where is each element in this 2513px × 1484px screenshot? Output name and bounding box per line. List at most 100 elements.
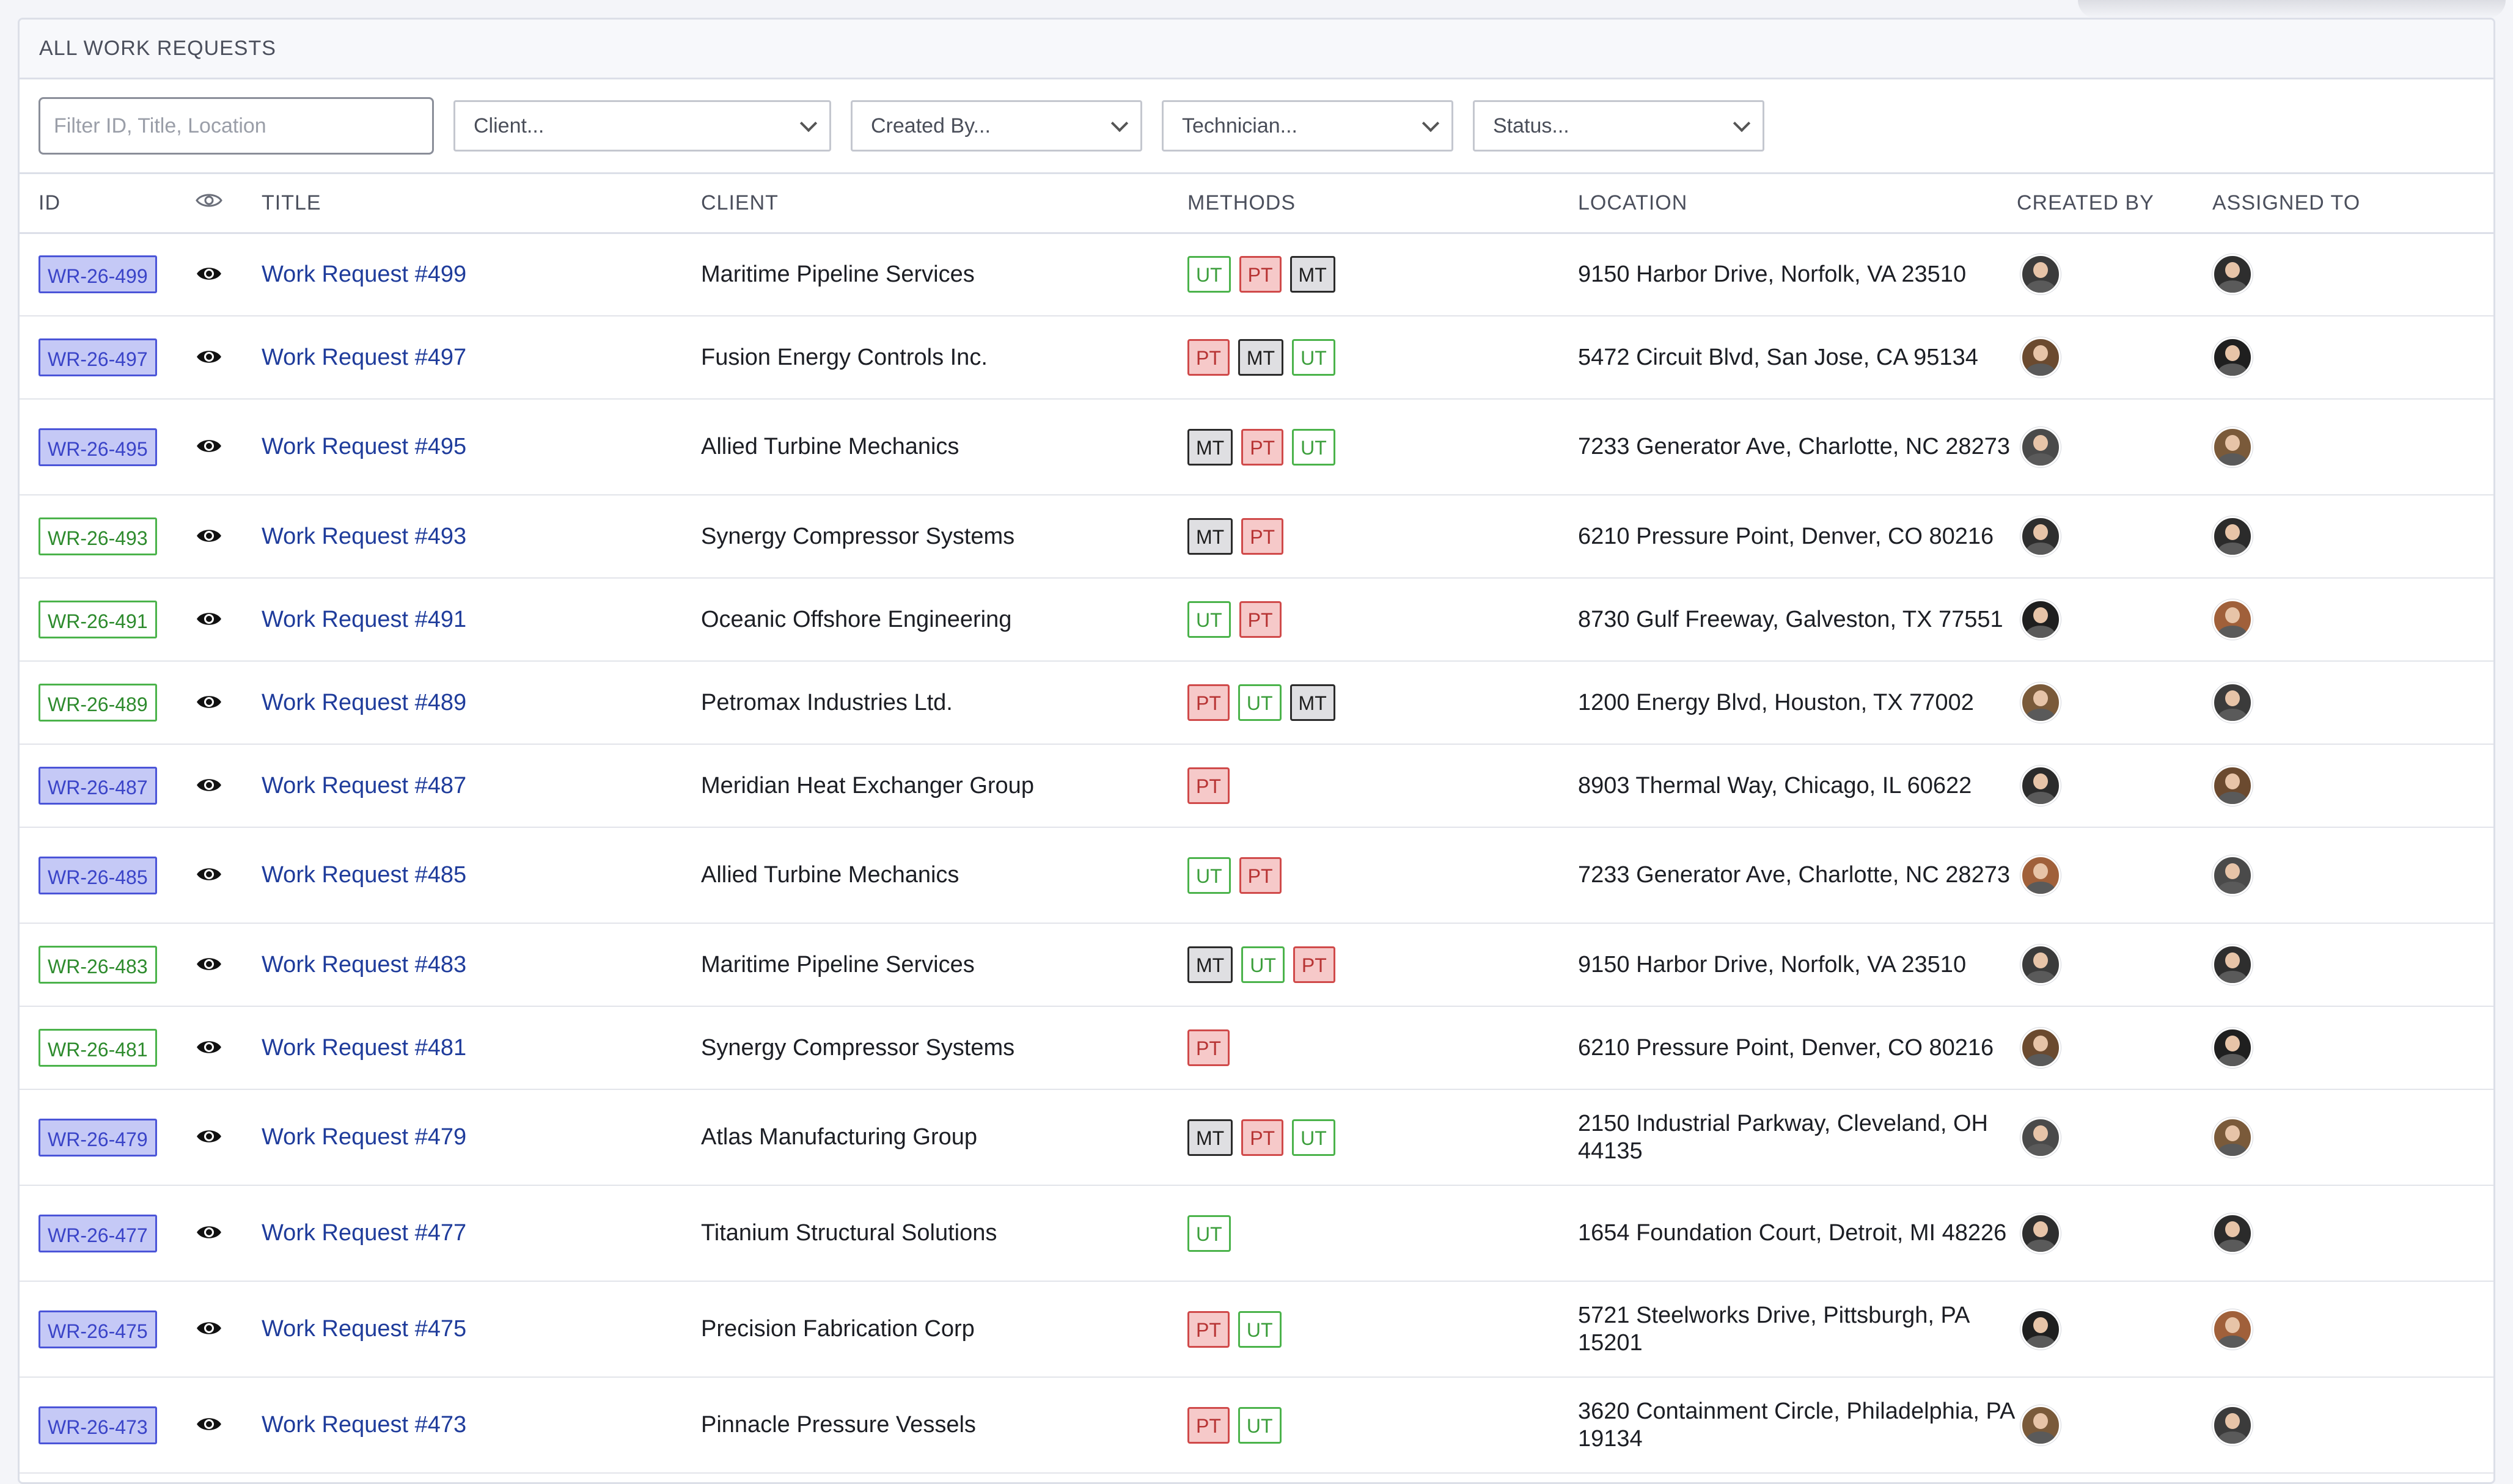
eye-icon[interactable]: [196, 776, 221, 793]
created-by-avatar[interactable]: [2020, 1309, 2061, 1350]
assigned-to-avatar[interactable]: [2212, 855, 2253, 896]
assigned-to-avatar[interactable]: [2212, 1405, 2253, 1446]
work-request-title-link[interactable]: Work Request #479: [262, 1124, 466, 1150]
eye-icon[interactable]: [196, 693, 221, 710]
created-by-avatar[interactable]: [2020, 599, 2061, 640]
cell-created-by: [2017, 827, 2212, 924]
created-by-avatar[interactable]: [2020, 766, 2061, 806]
created-by-avatar[interactable]: [2020, 1028, 2061, 1068]
assigned-to-avatar[interactable]: [2212, 599, 2253, 640]
column-header-assigned-to[interactable]: ASSIGNED TO: [2212, 174, 2493, 234]
request-id-badge[interactable]: WR-26-487: [39, 767, 157, 805]
table-row[interactable]: WR-26-497 Work Request #497 Fusion Energ…: [20, 316, 2493, 400]
eye-icon[interactable]: [196, 955, 221, 972]
request-id-badge[interactable]: WR-26-497: [39, 338, 157, 376]
eye-icon[interactable]: [196, 1319, 221, 1336]
column-header-created-by[interactable]: CREATED BY: [2017, 174, 2212, 234]
work-request-title-link[interactable]: Work Request #473: [262, 1412, 466, 1438]
work-request-title-link[interactable]: Work Request #493: [262, 524, 466, 549]
created-by-avatar[interactable]: [2020, 682, 2061, 723]
work-request-title-link[interactable]: Work Request #497: [262, 345, 466, 370]
work-request-title-link[interactable]: Work Request #481: [262, 1035, 466, 1061]
work-request-title-link[interactable]: Work Request #495: [262, 434, 466, 459]
column-header-client[interactable]: CLIENT: [701, 174, 1187, 234]
request-id-badge[interactable]: WR-26-473: [39, 1406, 157, 1444]
created-by-avatar[interactable]: [2020, 1117, 2061, 1158]
assigned-to-avatar[interactable]: [2212, 945, 2253, 985]
assigned-to-avatar[interactable]: [2212, 1028, 2253, 1068]
assigned-to-avatar[interactable]: [2212, 682, 2253, 723]
work-request-title-link[interactable]: Work Request #485: [262, 862, 466, 888]
assigned-to-avatar[interactable]: [2212, 254, 2253, 295]
table-row[interactable]: WR-26-499 Work Request #499 Maritime Pip…: [20, 233, 2493, 316]
work-request-title-link[interactable]: Work Request #477: [262, 1220, 466, 1246]
request-id-badge[interactable]: WR-26-493: [39, 517, 157, 555]
eye-icon[interactable]: [196, 1038, 221, 1055]
eye-icon[interactable]: [196, 1223, 221, 1240]
created-by-avatar[interactable]: [2020, 337, 2061, 378]
cell-location: 3620 Containment Circle, Philadelphia, P…: [1578, 1377, 2017, 1474]
status-select[interactable]: Status...: [1473, 100, 1764, 152]
request-id-badge[interactable]: WR-26-499: [39, 255, 157, 294]
assigned-to-avatar[interactable]: [2212, 1309, 2253, 1350]
column-header-title[interactable]: TITLE: [262, 174, 701, 234]
assigned-to-avatar[interactable]: [2212, 426, 2253, 467]
table-row[interactable]: WR-26-477 Work Request #477 Titanium Str…: [20, 1185, 2493, 1282]
eye-icon[interactable]: [196, 437, 221, 454]
assigned-to-avatar[interactable]: [2212, 516, 2253, 557]
table-row[interactable]: WR-26-485 Work Request #485 Allied Turbi…: [20, 827, 2493, 924]
created-by-avatar[interactable]: [2020, 1213, 2061, 1254]
client-select[interactable]: Client...: [453, 100, 831, 152]
table-row[interactable]: WR-26-479 Work Request #479 Atlas Manufa…: [20, 1089, 2493, 1186]
eye-icon[interactable]: [196, 527, 221, 544]
table-row[interactable]: WR-26-487 Work Request #487 Meridian Hea…: [20, 744, 2493, 828]
created-by-avatar[interactable]: [2020, 945, 2061, 985]
work-request-title-link[interactable]: Work Request #489: [262, 690, 466, 715]
request-id-badge[interactable]: WR-26-489: [39, 684, 157, 722]
request-id-badge[interactable]: WR-26-495: [39, 428, 157, 466]
work-request-title-link[interactable]: Work Request #491: [262, 607, 466, 632]
client-select-label: Client...: [474, 114, 545, 137]
request-id-badge[interactable]: WR-26-477: [39, 1214, 157, 1252]
table-row[interactable]: WR-26-473 Work Request #473 Pinnacle Pre…: [20, 1377, 2493, 1474]
request-id-badge[interactable]: WR-26-483: [39, 946, 157, 984]
eye-icon[interactable]: [196, 610, 221, 627]
table-row[interactable]: WR-26-491 Work Request #491 Oceanic Offs…: [20, 578, 2493, 662]
column-header-id[interactable]: ID: [20, 174, 189, 234]
work-request-title-link[interactable]: Work Request #475: [262, 1316, 466, 1342]
work-request-title-link[interactable]: Work Request #499: [262, 261, 466, 287]
request-id-badge[interactable]: WR-26-475: [39, 1310, 157, 1348]
assigned-to-avatar[interactable]: [2212, 337, 2253, 378]
created-by-avatar[interactable]: [2020, 516, 2061, 557]
table-row[interactable]: WR-26-481 Work Request #481 Synergy Comp…: [20, 1006, 2493, 1090]
column-header-location[interactable]: LOCATION: [1578, 174, 2017, 234]
created-by-avatar[interactable]: [2020, 426, 2061, 467]
assigned-to-avatar[interactable]: [2212, 1117, 2253, 1158]
technician-select[interactable]: Technician...: [1162, 100, 1453, 152]
work-request-title-link[interactable]: Work Request #487: [262, 773, 466, 799]
created-by-avatar[interactable]: [2020, 855, 2061, 896]
table-row[interactable]: WR-26-475 Work Request #475 Precision Fa…: [20, 1281, 2493, 1378]
assigned-to-avatar[interactable]: [2212, 1213, 2253, 1254]
assigned-to-avatar[interactable]: [2212, 766, 2253, 806]
request-id-badge[interactable]: WR-26-485: [39, 856, 157, 894]
eye-icon[interactable]: [196, 1415, 221, 1432]
created-by-select[interactable]: Created By...: [851, 100, 1142, 152]
column-header-methods[interactable]: METHODS: [1187, 174, 1578, 234]
table-row[interactable]: WR-26-493 Work Request #493 Synergy Comp…: [20, 495, 2493, 579]
eye-icon[interactable]: [196, 265, 221, 282]
technician-select-label: Technician...: [1182, 114, 1297, 137]
eye-icon[interactable]: [196, 865, 221, 882]
table-row[interactable]: WR-26-483 Work Request #483 Maritime Pip…: [20, 923, 2493, 1007]
request-id-badge[interactable]: WR-26-491: [39, 601, 157, 638]
eye-icon[interactable]: [196, 1127, 221, 1144]
table-row[interactable]: WR-26-489 Work Request #489 Petromax Ind…: [20, 661, 2493, 745]
search-input[interactable]: [39, 97, 434, 155]
eye-icon[interactable]: [196, 348, 221, 365]
request-id-badge[interactable]: WR-26-481: [39, 1029, 157, 1067]
table-row[interactable]: WR-26-495 Work Request #495 Allied Turbi…: [20, 399, 2493, 495]
work-request-title-link[interactable]: Work Request #483: [262, 952, 466, 978]
created-by-avatar[interactable]: [2020, 254, 2061, 295]
created-by-avatar[interactable]: [2020, 1405, 2061, 1446]
request-id-badge[interactable]: WR-26-479: [39, 1118, 157, 1157]
